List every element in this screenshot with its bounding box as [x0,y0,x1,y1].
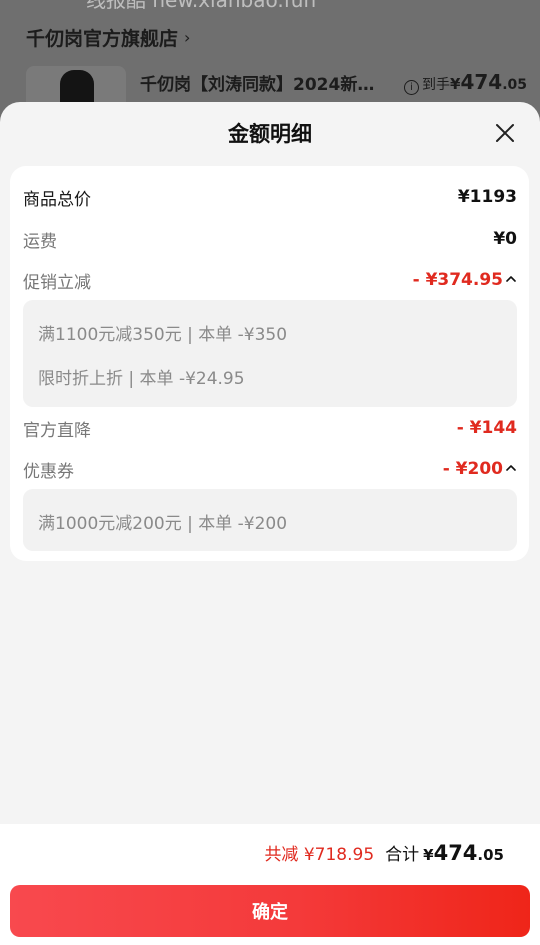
shipping-value: ¥0 [493,229,517,249]
shipping-label: 运费 [23,231,57,252]
chevron-up-icon[interactable] [505,462,517,474]
product-title: 千仞岗【刘涛同款】2024新… [140,75,375,95]
coupon-value: - ¥200 [443,459,517,479]
total-integer: 474 [433,841,478,865]
sheet-title: 金额明细 [228,122,312,146]
breakdown-card: 商品总价 ¥1193 运费 ¥0 促销立减 - ¥374.95 满1100元减3… [10,166,529,561]
close-icon [496,124,514,142]
official-discount-label: 官方直降 [23,420,91,441]
coupon-label: 优惠券 [23,461,74,482]
close-button[interactable] [492,120,518,146]
promo-detail-line: 限时折上折 | 本单 -¥24.95 [38,369,245,389]
final-price-integer: 474 [460,70,503,94]
promo-row[interactable]: 促销立减 - ¥374.95 [23,267,517,293]
watermark-text: 线报酷 new.xianbao.fun [86,0,317,12]
goods-total-value: ¥1193 [457,187,517,207]
coupon-value-text: - ¥200 [442,459,503,479]
coupon-detail-box: 满1000元减200元 | 本单 -¥200 [23,489,517,551]
final-price-currency: ¥ [450,75,461,93]
total-currency: ¥ [423,846,434,864]
promo-detail-line: 满1100元减350元 | 本单 -¥350 [38,325,288,345]
final-price-decimal: .05 [502,77,527,93]
final-price[interactable]: i 到手 ¥ 474 .05 [404,70,527,95]
info-icon: i [404,80,419,95]
official-discount-value: - ¥144 [456,418,517,438]
goods-total-row: 商品总价 ¥1193 [23,184,517,210]
promo-detail-box: 满1100元减350元 | 本单 -¥350 限时折上折 | 本单 -¥24.9… [23,300,517,407]
confirm-button[interactable]: 确定 [10,885,530,937]
bottom-bar: 共减 ¥718.95 合计 ¥ 474 .05 确定 [0,824,540,945]
final-price-label: 到手 [422,77,450,93]
official-discount-row: 官方直降 - ¥144 [23,415,517,441]
shipping-row: 运费 ¥0 [23,226,517,252]
total-saved: 共减 ¥718.95 [264,845,375,865]
total-label: 合计 [385,845,420,865]
chevron-up-icon[interactable] [505,273,517,285]
amount-detail-sheet: 金额明细 商品总价 ¥1193 运费 ¥0 促销立减 - ¥374.95 满11… [0,102,540,945]
store-name: 千仞岗官方旗舰店 [26,28,179,50]
coupon-detail-line: 满1000元减200元 | 本单 -¥200 [38,514,288,534]
promo-value-text: - ¥374.95 [412,270,503,290]
total-decimal: .05 [477,846,504,864]
promo-label: 促销立减 [23,272,91,293]
chevron-right-icon: › [184,28,191,47]
promo-value: - ¥374.95 [413,270,517,290]
store-link[interactable]: 千仞岗官方旗舰店 › [26,24,190,51]
coupon-row[interactable]: 优惠券 - ¥200 [23,456,517,482]
goods-total-label: 商品总价 [23,189,91,210]
totals-summary: 共减 ¥718.95 合计 ¥ 474 .05 [264,840,504,865]
